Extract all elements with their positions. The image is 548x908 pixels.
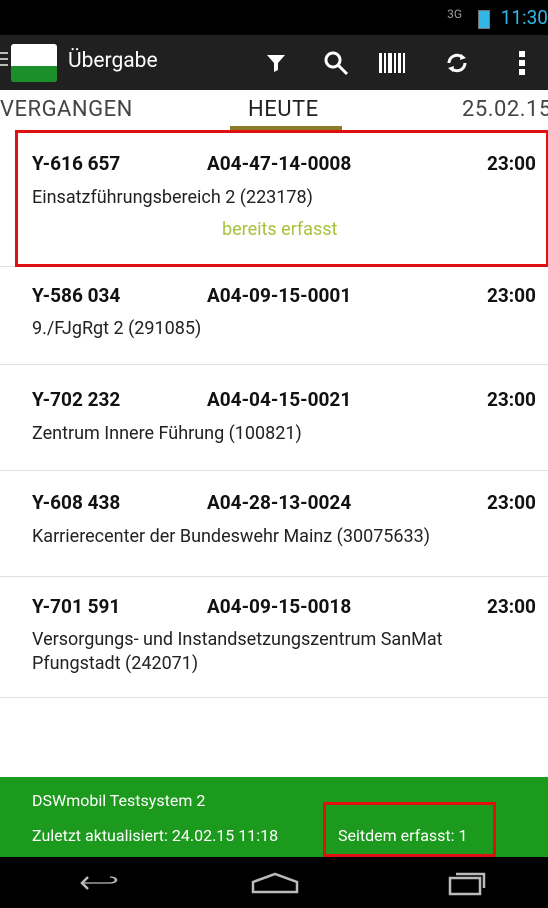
up-indicator-icon[interactable]: [0, 52, 8, 70]
system-name: DSWmobil Testsystem 2: [32, 791, 206, 810]
item-code: Y-702 232: [32, 388, 121, 411]
battery-icon: [478, 10, 490, 29]
item-description: Karrierecenter der Bundeswehr Mainz (300…: [32, 526, 431, 547]
filter-icon[interactable]: [256, 43, 296, 83]
search-icon[interactable]: [316, 43, 356, 83]
item-code: Y-608 438: [32, 491, 121, 514]
item-time: 23:00: [487, 491, 536, 514]
tab-heute[interactable]: HEUTE: [248, 97, 319, 122]
highlight-box-captured-count: [323, 802, 496, 857]
list-item[interactable]: Y-701 591 A04-09-15-0018 23:00 Versorgun…: [0, 576, 548, 698]
list-item[interactable]: Y-608 438 A04-28-13-0024 23:00 Karrierec…: [0, 470, 548, 577]
item-description: Zentrum Innere Führung (100821): [32, 423, 302, 444]
action-bar: Übergabe: [0, 35, 548, 90]
item-reference: A04-28-13-0024: [207, 491, 352, 514]
item-time: 23:00: [487, 595, 536, 618]
signal-indicator: 3G: [447, 7, 462, 21]
tab-date[interactable]: 25.02.15: [462, 97, 548, 122]
last-updated: Zuletzt aktualisiert: 24.02.15 11:18: [32, 826, 279, 845]
tab-bar: VERGANGEN HEUTE 25.02.15: [0, 90, 548, 130]
item-description: 9./FJgRgt 2 (291085): [32, 318, 202, 339]
item-reference: A04-04-15-0021: [207, 388, 352, 411]
recent-apps-icon[interactable]: [438, 865, 498, 901]
status-clock: 11:30: [500, 6, 548, 29]
item-time: 23:00: [487, 284, 536, 307]
overflow-menu-icon[interactable]: [502, 43, 542, 83]
status-bar: 3G 11:30: [0, 0, 548, 35]
item-reference: A04-09-15-0001: [207, 284, 352, 307]
item-time: 23:00: [487, 388, 536, 411]
refresh-icon[interactable]: [437, 43, 477, 83]
back-icon[interactable]: [70, 865, 130, 901]
item-reference: A04-09-15-0018: [207, 595, 352, 618]
home-icon[interactable]: [245, 865, 305, 901]
highlight-box-first-item: [15, 130, 548, 267]
list-item[interactable]: Y-702 232 A04-04-15-0021 23:00 Zentrum I…: [0, 364, 548, 471]
barcode-icon[interactable]: [372, 43, 412, 83]
tab-vergangen[interactable]: VERGANGEN: [0, 97, 133, 122]
item-code: Y-701 591: [32, 595, 121, 618]
item-code: Y-586 034: [32, 284, 121, 307]
item-description: Versorgungs- und Instandsetzungszentrum …: [32, 629, 443, 674]
list-item[interactable]: Y-586 034 A04-09-15-0001 23:00 9./FJgRgt…: [0, 266, 548, 365]
app-title: Übergabe: [68, 49, 158, 73]
navigation-bar: [0, 857, 548, 908]
app-logo[interactable]: [11, 44, 57, 82]
